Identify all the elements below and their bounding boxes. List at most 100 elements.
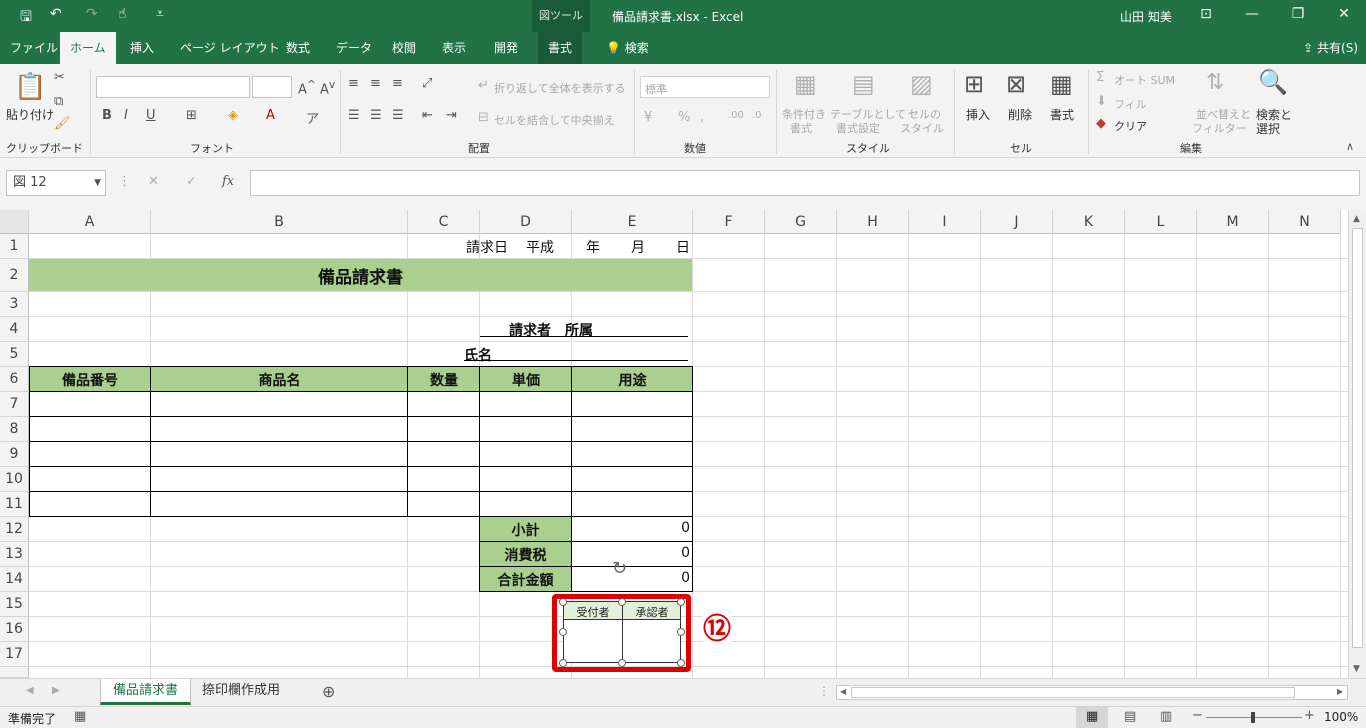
cancel-entry-button[interactable]: ✕ (148, 174, 159, 189)
resize-handle[interactable] (677, 628, 685, 636)
paste-button[interactable]: 貼り付け (6, 106, 54, 123)
undo-icon[interactable]: ↶ (50, 6, 62, 22)
resize-handle[interactable] (618, 598, 626, 606)
zoom-slider-thumb[interactable] (1251, 712, 1255, 723)
row-header-9[interactable]: 9 (0, 442, 29, 467)
underline-button[interactable]: U (146, 108, 156, 123)
percent-icon[interactable]: % (678, 110, 690, 125)
resize-handle[interactable] (559, 659, 567, 667)
redo-icon[interactable]: ↷ (86, 6, 98, 22)
copy-icon[interactable]: ⧉ (54, 94, 63, 109)
confirm-entry-button[interactable]: ✓ (186, 174, 197, 189)
cut-icon[interactable]: ✂ (54, 70, 65, 85)
prev-sheet-icon[interactable]: ◀ (26, 685, 34, 696)
page-break-view-icon[interactable]: ▥ (1160, 709, 1172, 724)
sheet-tab-active[interactable]: 備品請求書 (100, 679, 192, 705)
tab-review[interactable]: 校閲 (382, 32, 426, 64)
rotate-handle-icon[interactable]: ↻ (612, 558, 627, 579)
zoom-level[interactable]: 100% (1324, 710, 1358, 724)
row-header-7[interactable]: 7 (0, 392, 29, 417)
row-header-18[interactable] (0, 667, 29, 678)
zoom-in-icon[interactable]: + (1304, 708, 1315, 723)
column-header-e[interactable]: E (572, 210, 693, 234)
column-header-j[interactable]: J (981, 210, 1053, 234)
row-header-3[interactable]: 3 (0, 292, 29, 317)
page-layout-view-icon[interactable]: ▤ (1124, 709, 1136, 724)
increase-decimal-icon[interactable]: .00 (728, 110, 744, 121)
share-button[interactable]: ⇪ 共有(S) (1303, 32, 1358, 64)
resize-handle[interactable] (559, 628, 567, 636)
scroll-up-icon[interactable]: ▲ (1353, 214, 1360, 224)
column-header-k[interactable]: K (1053, 210, 1125, 234)
column-header-a[interactable]: A (29, 210, 151, 234)
decrease-font-icon[interactable]: Av (320, 78, 335, 97)
column-header-b[interactable]: B (151, 210, 408, 234)
resize-handle[interactable] (559, 598, 567, 606)
autosum-button[interactable]: オート SUM (1114, 72, 1175, 88)
row-header-16[interactable]: 16 (0, 617, 29, 642)
row-header-15[interactable]: 15 (0, 592, 29, 617)
border-icon[interactable]: ⊞ (186, 108, 197, 123)
vertical-scrollbar[interactable]: ▲ ▼ (1348, 210, 1366, 678)
comma-icon[interactable]: , (700, 110, 704, 125)
row-header-4[interactable]: 4 (0, 317, 29, 342)
close-icon[interactable]: ✕ (1334, 6, 1354, 22)
tab-data[interactable]: データ (326, 32, 382, 64)
tab-file[interactable]: ファイル (0, 32, 68, 64)
indent-increase-icon[interactable]: ⇥ (446, 108, 457, 123)
tab-developer[interactable]: 開発 (484, 32, 528, 64)
user-name[interactable]: 山田 知美 (1120, 8, 1172, 25)
tab-insert[interactable]: 挿入 (120, 32, 164, 64)
align-right-icon[interactable]: ☰ (392, 108, 404, 123)
sheet-tab-stamp[interactable]: 捺印欄作成用 (190, 679, 292, 705)
number-format-select[interactable]: 標準 (640, 76, 770, 98)
insert-cells-button[interactable]: 挿入 (966, 106, 990, 123)
format-cells-button[interactable]: 書式 (1050, 106, 1074, 123)
font-color-icon[interactable]: A (266, 108, 275, 123)
row-header-8[interactable]: 8 (0, 417, 29, 442)
restore-icon[interactable]: ❐ (1288, 6, 1308, 22)
orientation-icon[interactable]: ⤢ (422, 76, 432, 91)
wrap-text-button[interactable]: 折り返して全体を表示する (494, 80, 626, 96)
column-header-h[interactable]: H (837, 210, 909, 234)
increase-font-icon[interactable]: A^ (298, 78, 316, 97)
align-left-icon[interactable]: ☰ (348, 108, 360, 123)
format-painter-icon[interactable]: 🖌 (54, 116, 71, 131)
horizontal-scrollbar[interactable]: ◀ ▶ (836, 685, 1348, 700)
row-header-2[interactable]: 2 (0, 259, 29, 292)
align-top-icon[interactable]: ≡ (348, 76, 359, 91)
decrease-decimal-icon[interactable]: .0 (752, 110, 762, 121)
column-header-i[interactable]: I (909, 210, 981, 234)
align-middle-icon[interactable]: ≡ (370, 76, 381, 91)
resize-handle[interactable] (677, 659, 685, 667)
row-header-17[interactable]: 17 (0, 642, 29, 667)
row-header-12[interactable]: 12 (0, 517, 29, 542)
italic-button[interactable]: I (124, 108, 128, 123)
merge-center-button[interactable]: セルを結合して中央揃え (494, 112, 615, 128)
worksheet-grid[interactable]: A B C D E F G H I J K L M N 1 2 3 4 5 6 … (0, 210, 1348, 678)
resize-handle[interactable] (618, 659, 626, 667)
minimize-icon[interactable]: — (1242, 6, 1262, 22)
clear-button[interactable]: クリア (1114, 118, 1147, 134)
formula-input[interactable] (250, 170, 1360, 196)
save-icon[interactable]: 🖫 (20, 6, 32, 30)
normal-view-button[interactable]: ▦ (1076, 707, 1108, 728)
insert-function-button[interactable]: fx (222, 174, 234, 189)
row-header-10[interactable]: 10 (0, 467, 29, 492)
row-header-5[interactable]: 5 (0, 342, 29, 367)
currency-icon[interactable]: ¥ (644, 110, 652, 125)
row-header-13[interactable]: 13 (0, 542, 29, 567)
fill-color-icon[interactable]: ◈ (228, 108, 238, 123)
scroll-down-icon[interactable]: ▼ (1353, 664, 1360, 674)
zoom-out-icon[interactable]: − (1192, 708, 1203, 723)
tab-view[interactable]: 表示 (432, 32, 476, 64)
column-header-d[interactable]: D (480, 210, 572, 234)
column-header-l[interactable]: L (1125, 210, 1197, 234)
align-bottom-icon[interactable]: ≡ (392, 76, 403, 91)
stamp-box-picture[interactable]: 受付者 承認者 (563, 601, 681, 663)
macro-record-icon[interactable]: ▦ (74, 709, 86, 724)
scroll-right-icon[interactable]: ▶ (1337, 687, 1343, 696)
delete-cells-button[interactable]: 削除 (1008, 106, 1032, 123)
tab-format[interactable]: 書式 (538, 32, 583, 64)
tab-home[interactable]: ホーム (60, 32, 116, 64)
